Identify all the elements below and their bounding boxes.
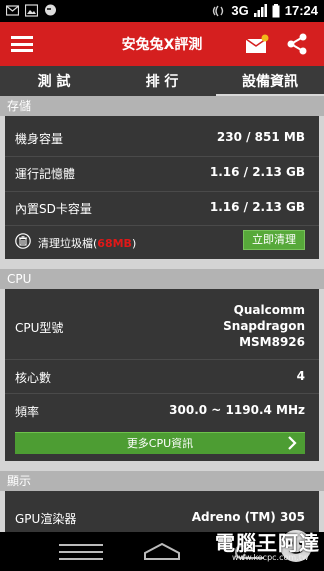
more-cpu-info-button[interactable]: 更多CPU資訊 (15, 432, 305, 454)
trash-icon (15, 233, 31, 249)
storage-ram-value: 1.16 / 2.13 GB (209, 165, 305, 179)
gpu-value: Adreno (TM) 305 (191, 510, 305, 524)
cpu-card: CPU型號 Qualcomm Snapdragon MSM8926 核心數 4 … (5, 289, 319, 461)
cpu-model-label: CPU型號 (15, 321, 64, 335)
battery-icon (272, 3, 280, 17)
mail-notification-icon (6, 5, 19, 16)
watermark-text: 電腦王阿達 (215, 531, 320, 555)
storage-sd-label: 內置SD卡容量 (15, 202, 92, 216)
divider (5, 359, 319, 360)
divider (5, 225, 319, 226)
clock: 17:24 (284, 3, 318, 18)
tab-device-info[interactable]: 設備資訊 (216, 71, 324, 91)
section-header-storage: 存儲 (0, 96, 324, 116)
share-icon[interactable] (286, 33, 308, 55)
divider (5, 156, 319, 157)
cpu-model-line: Qualcomm (233, 303, 305, 317)
recent-apps-icon[interactable] (59, 544, 103, 560)
cpu-freq-value: 300.0 ~ 1190.4 MHz (169, 403, 305, 417)
storage-device-value: 230 / 851 MB (216, 130, 305, 144)
tab-test[interactable]: 測 試 (0, 71, 108, 91)
divider (5, 393, 319, 394)
cpu-cores-value: 4 (296, 369, 305, 383)
storage-ram-label: 運行記憶體 (15, 167, 76, 181)
status-bar: 3G 17:24 (0, 0, 324, 22)
storage-card: 機身容量 230 / 851 MB 運行記憶體 1.16 / 2.13 GB 內… (5, 116, 319, 259)
mail-icon[interactable] (245, 34, 269, 54)
signal-icon (253, 4, 267, 17)
nfc-icon (213, 5, 224, 16)
storage-sd-value: 1.16 / 2.13 GB (209, 200, 305, 214)
cpu-model-line: MSM8926 (239, 335, 305, 349)
watermark-url: www.kocpc.com.tw (232, 553, 309, 562)
tab-ranking[interactable]: 排 行 (108, 71, 216, 91)
chat-notification-icon (45, 4, 56, 16)
app-title: 安兔兔X評測 (121, 37, 203, 53)
cpu-cores-label: 核心數 (15, 371, 52, 385)
clean-junk-label: 清理垃圾檔 (38, 237, 93, 250)
chevron-right-icon (288, 436, 297, 450)
gallery-notification-icon (25, 4, 38, 17)
clean-junk-paren-close: ) (131, 237, 137, 250)
clean-junk-size: 68MB (97, 237, 132, 250)
clean-junk-text: 清理垃圾檔(68MB) (38, 235, 136, 251)
cpu-freq-label: 頻率 (15, 405, 40, 419)
section-header-cpu: CPU (0, 269, 324, 289)
more-cpu-info-label: 更多CPU資訊 (126, 437, 194, 450)
cpu-model-line: Snapdragon (223, 319, 305, 333)
section-header-display: 顯示 (0, 471, 324, 491)
app-bar: 安兔兔X評測 (0, 22, 324, 66)
divider (5, 191, 319, 192)
storage-device-label: 機身容量 (15, 132, 64, 146)
clean-now-button[interactable]: 立即清理 (243, 230, 305, 250)
network-type: 3G (231, 3, 249, 18)
tab-bar: 測 試 排 行 設備資訊 (0, 66, 324, 96)
gpu-label: GPU渲染器 (15, 512, 77, 526)
home-icon[interactable] (143, 541, 181, 561)
